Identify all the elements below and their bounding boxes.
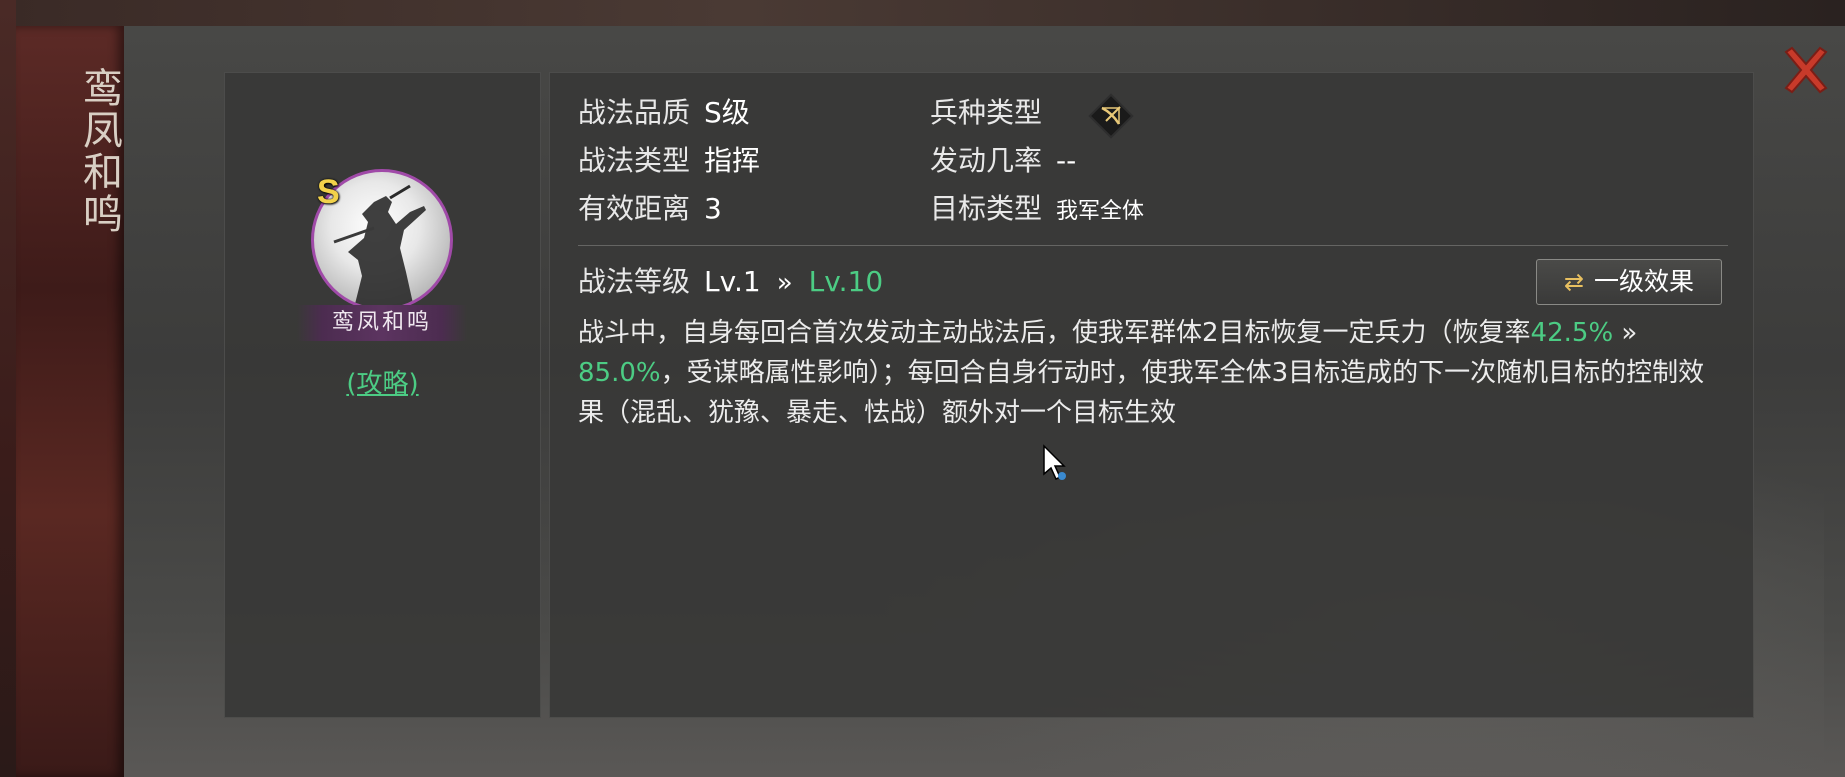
rate-arrow: » (1613, 318, 1638, 348)
target-label: 目标类型 (930, 192, 1043, 225)
rate-min: 42.5% (1530, 318, 1614, 348)
level-label: 战法等级 (578, 265, 691, 298)
section-divider (578, 245, 1728, 246)
description-part1: 战斗中，自身每回合首次发动主动战法后，使我军群体2目标恢复一定兵力（恢复率 (578, 318, 1531, 348)
close-button[interactable] (1778, 42, 1834, 98)
rate-label: 发动几率 (930, 144, 1043, 177)
top-backdrop-strip (0, 0, 1845, 26)
skill-portrait: S (311, 169, 453, 311)
rate-value: -- (1056, 144, 1077, 177)
effect-toggle-button[interactable]: ⇄ 一级效果 (1536, 259, 1722, 305)
description-part2: ，受谋略属性影响）；每回合自身行动时，使我军全体3目标造成的下一次随机目标的控制… (578, 358, 1705, 428)
level-max: Lv.10 (808, 265, 884, 298)
skill-name-plate: 鸾凤和鸣 (297, 305, 467, 341)
grade-badge: S (317, 173, 340, 211)
level-current: Lv.1 (704, 265, 761, 298)
level-arrow-icon: » (776, 268, 793, 298)
skill-description: 战斗中，自身每回合首次发动主动战法后，使我军群体2目标恢复一定兵力（恢复率42.… (578, 313, 1728, 433)
skill-detail-panel: 战法品质 S级 战法类型 指挥 有效距离 3 兵种类型 发动几率 -- 目标类型 我军全体… (549, 72, 1754, 718)
rate-max: 85.0% (578, 358, 661, 388)
range-value: 3 (704, 192, 722, 225)
title-banner: 鸾凤和鸣 (16, 26, 124, 777)
left-backdrop-strip (0, 0, 16, 777)
range-row: 有效距离 3 (578, 191, 722, 227)
close-icon (1784, 46, 1828, 94)
type-label: 战法类型 (578, 144, 691, 177)
target-row: 目标类型 我军全体 (930, 191, 1144, 227)
target-value: 我军全体 (1056, 199, 1145, 224)
range-label: 有效距离 (578, 192, 691, 225)
swap-icon: ⇄ (1563, 268, 1585, 296)
troop-label: 兵种类型 (930, 96, 1043, 129)
type-row: 战法类型 指挥 (578, 143, 760, 179)
effect-button-label: 一级效果 (1594, 267, 1695, 296)
level-row: 战法等级 Lv.1 » Lv.10 (578, 263, 883, 301)
type-value: 指挥 (704, 144, 761, 177)
rate-row: 发动几率 -- (930, 143, 1076, 179)
quality-label: 战法品质 (578, 96, 691, 129)
troop-row: 兵种类型 (930, 95, 1042, 131)
mouse-cursor-icon (1042, 444, 1070, 484)
skill-card-panel: S 鸾凤和鸣 (攻略) (224, 72, 541, 718)
quality-row: 战法品质 S级 (578, 95, 750, 131)
quality-value: S级 (704, 96, 750, 129)
bow-troop-icon (1086, 91, 1136, 141)
guide-link[interactable]: (攻略) (225, 363, 540, 400)
skill-title-vertical: 鸾凤和鸣 (76, 67, 122, 235)
